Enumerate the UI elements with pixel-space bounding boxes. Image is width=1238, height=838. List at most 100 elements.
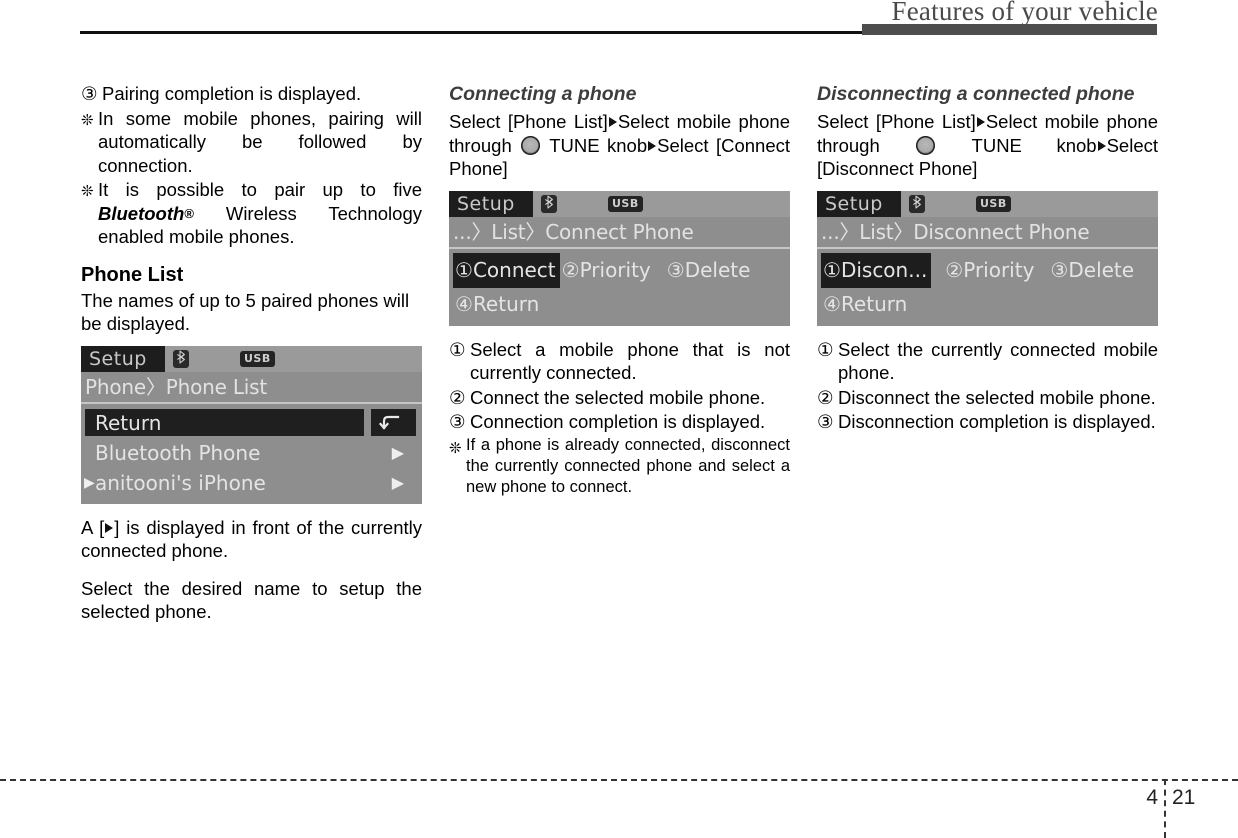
lcd-menu-item-delete[interactable]: ③Delete [665,254,753,286]
lcd-menu-item-label: Priority [579,257,651,282]
lcd-list-item-label: Return [95,410,162,435]
lcd-status-bar: Setup USB [449,190,790,217]
section-title-phone-list: Phone List [81,263,184,286]
section-title-connecting-a-phone: Connecting a phone [449,83,637,105]
bluetooth-icon [909,194,925,213]
list-item: ① Select a mobile phone that is not curr… [449,338,790,385]
step-text: Select a mobile phone that is not curren… [470,338,790,384]
tune-knob-icon [916,135,936,155]
lcd-breadcrumb: ...〉List〉Disconnect Phone [817,217,1158,249]
path-part-3: TUNE knob [542,134,648,156]
lcd-list-item-return[interactable]: Return [81,408,422,438]
lcd-list: Return Bluetooth Phone ▶ ▶ anitooni's iP… [81,404,422,504]
note-marker: ❊ [81,183,94,200]
select-name-note: Select the desired name to setup the sel… [81,577,422,623]
lcd-list-item-label: Bluetooth Phone [95,440,261,465]
header-rule-thin [80,31,862,34]
lcd-menu-item-number: ④ [823,291,841,316]
lcd-menu-row-2: ④Return [449,288,790,320]
lcd-menu-item-label: Connect [472,257,556,282]
lcd-menu: ①Connect ②Priority ③Delete ④Return [449,249,790,326]
step-marker: ② [817,386,834,408]
return-arrow-glyph [378,415,400,430]
lcd-screenshot-disconnect-phone: Setup USB ...〉List〉Disconnect Phone ①Dis… [817,190,1158,326]
path-part-1: Select [Phone List] [817,111,976,132]
lcd-menu-item-label: Delete [684,257,751,282]
page-header-title: Features of your vehicle [891,0,1158,26]
note-text: If a phone is already connected, disconn… [466,435,790,496]
bluetooth-icon [173,349,189,368]
note-text-before: A [ [81,516,105,538]
lcd-menu-item-delete[interactable]: ③Delete [1048,254,1136,286]
note-marker: ❊ [81,111,94,129]
page-number: 21 [1172,786,1196,809]
lcd-tab-setup: Setup [81,345,165,372]
lcd-list-item-anitoonis-iphone[interactable]: ▶ anitooni's iPhone ▶ [81,468,422,498]
lcd-menu-item-label: Return [840,291,908,316]
list-item: ❊ In some mobile phones, pairing will au… [81,107,422,178]
chapter-number: 4 [1146,786,1158,809]
list-item: ③ Disconnection completion is displayed. [817,410,1158,434]
lcd-breadcrumb: ...〉List〉Connect Phone [449,217,790,249]
lcd-menu-item-number: ② [945,257,964,282]
step-marker: ③ [81,83,98,104]
lcd-menu-item-return[interactable]: ④Return [821,288,909,320]
lcd-menu-item-priority[interactable]: ②Priority [560,254,653,286]
chevron-right-icon: ▶ [391,442,404,462]
lcd-menu-item-label: Discon... [840,257,928,282]
lcd-breadcrumb: Phone〉Phone List [81,372,422,404]
step-text: Disconnection completion is displayed. [838,411,1156,432]
step-marker: ② [449,386,466,408]
triangle-right-icon [1097,140,1106,151]
connected-indicator-icon: ▶ [84,474,95,491]
note-marker: ❊ [449,439,462,457]
bluetooth-glyph [912,194,921,209]
list-item: ③ Pairing completion is displayed. [81,82,422,106]
list-item: ③ Connection completion is displayed. [449,410,790,434]
triangle-right-icon [648,140,657,151]
lcd-screenshot-phone-list: Setup USB Phone〉Phone List Return Blueto… [81,345,422,504]
list-item: ❊ If a phone is already connected, disco… [449,435,790,498]
lcd-menu-item-label: Delete [1068,257,1135,282]
lcd-menu-item-label: Priority [963,257,1035,282]
footer-divider [1164,779,1166,838]
lcd-tab-setup: Setup [449,190,533,217]
note-text-before: It is possible to pair up to five [98,179,422,200]
lcd-menu-row-1: ①Connect ②Priority ③Delete [449,252,790,288]
column-one: ③ Pairing completion is displayed. ❊ In … [81,82,422,626]
step-text: Connect the selected mobile phone. [470,386,766,408]
note-text: In some mobile phones, pairing will auto… [98,107,422,176]
bluetooth-glyph [544,194,553,209]
lcd-menu-item-label: Return [472,291,540,316]
column-three: Disconnecting a connected phone Select [… [817,82,1158,435]
step-text: Pairing completion is displayed. [102,83,362,104]
step-marker: ③ [449,411,466,432]
section-title-disconnecting-a-connected-phone: Disconnecting a connected phone [817,83,1135,105]
lcd-menu-item-priority[interactable]: ②Priority [943,254,1036,286]
list-item: ② Disconnect the selected mobile phone. [817,386,1158,410]
registered-mark: ® [184,205,194,221]
lcd-list-item-bluetooth-phone[interactable]: Bluetooth Phone ▶ [81,438,422,468]
usb-badge: USB [976,195,1011,212]
lcd-menu-item-return[interactable]: ④Return [453,288,541,320]
connected-indicator-note: A [] is displayed in front of the curren… [81,516,422,563]
return-arrow-icon[interactable] [371,408,416,436]
path-part-3: TUNE knob [937,134,1097,156]
lcd-menu-row-1: ①Discon... ②Priority ③Delete [817,252,1158,288]
list-item: ❊ It is possible to pair up to five Blue… [81,178,422,249]
disconnect-path-instruction: Select [Phone List] Select mobile phone t… [817,110,1158,181]
usb-badge: USB [608,195,643,212]
lcd-menu-row-2: ④Return [817,288,1158,320]
lcd-menu-item-connect[interactable]: ①Connect [453,252,560,288]
triangle-right-icon [976,117,985,127]
step-text: Select the currently connected mobile ph… [838,338,1158,384]
list-item: ① Select the currently connected mobile … [817,338,1158,385]
path-part-1: Select [Phone List] [449,111,608,132]
triangle-right-icon [105,522,114,533]
lcd-menu-item-disconnect[interactable]: ①Discon... [821,252,932,288]
header-rule-thick [862,24,1157,35]
lcd-menu-item-number: ③ [666,257,685,282]
step-text: Disconnect the selected mobile phone. [838,386,1156,408]
step-marker: ③ [817,411,834,432]
step-text: Connection completion is displayed. [470,411,766,432]
